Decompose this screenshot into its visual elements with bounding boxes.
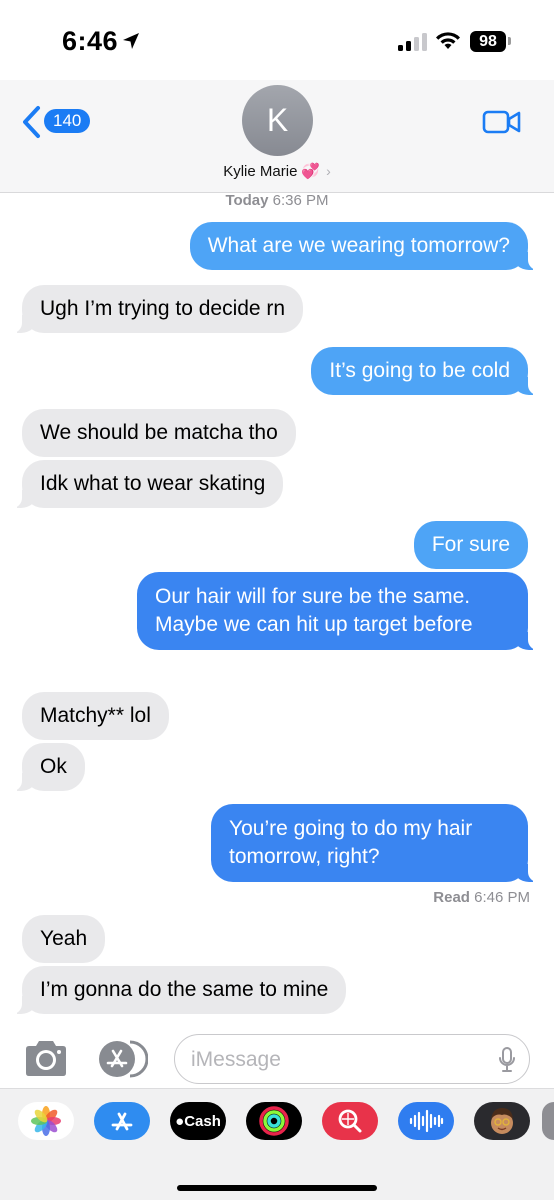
battery-cap: [508, 37, 511, 45]
memoji-icon[interactable]: [474, 1102, 530, 1140]
battery-indicator: 98: [470, 31, 506, 52]
message-bubble-incoming[interactable]: Ugh I’m trying to decide rn: [11, 285, 304, 333]
message-bubble-incoming[interactable]: Yeah: [22, 915, 106, 963]
cellular-signal-icon: [398, 33, 428, 51]
microphone-icon[interactable]: [499, 1047, 515, 1073]
cash-icon[interactable]: ● Cash: [170, 1102, 226, 1140]
conversation-timestamp: Today 6:36 PM: [0, 192, 554, 209]
search-icon[interactable]: [322, 1102, 378, 1140]
contact-emoji: 💞: [301, 163, 321, 180]
timestamp-time: 6:36 PM: [272, 192, 329, 209]
message-bubble-incoming[interactable]: Ok: [12, 743, 85, 791]
message-input[interactable]: [174, 1034, 530, 1084]
status-bar: 6:46 98: [0, 0, 554, 80]
chevron-right-icon: ›: [326, 163, 331, 179]
message-text-field[interactable]: [191, 1045, 491, 1075]
message-bubble-outgoing[interactable]: What are we wearing tomorrow?: [189, 222, 539, 270]
home-indicator: [177, 1185, 377, 1191]
message-bubble-outgoing[interactable]: It’s going to be cold: [311, 347, 538, 395]
message-bubble-incoming[interactable]: We should be matcha tho: [22, 409, 296, 457]
apple-logo-icon: ●: [175, 1112, 185, 1130]
camera-icon[interactable]: [22, 1038, 70, 1078]
message-bubble-incoming[interactable]: Matchy** lol: [22, 692, 169, 740]
imessage-app-drawer: ● Cash: [0, 1088, 554, 1200]
app-store-apps-icon[interactable]: [96, 1038, 148, 1080]
read-label: Read: [433, 889, 470, 906]
read-time: 6:46 PM: [474, 889, 530, 906]
message-bubble-outgoing[interactable]: Our hair will for sure be the same. Mayb…: [137, 572, 538, 650]
more-icon[interactable]: [542, 1102, 554, 1140]
facetime-video-icon[interactable]: [482, 108, 522, 136]
conversation-header: 140 K Kylie Marie 💞 ›: [0, 80, 554, 193]
message-bubble-outgoing[interactable]: For sure: [413, 521, 528, 569]
message-bubble-incoming[interactable]: I’m gonna do the same to mine: [11, 966, 347, 1014]
voice-memo-icon[interactable]: [398, 1102, 454, 1140]
photos-icon[interactable]: [18, 1102, 74, 1140]
back-unread-count-badge[interactable]: 140: [44, 109, 91, 133]
status-time: 6:46: [62, 26, 119, 56]
message-bubble-incoming[interactable]: Idk what to wear skating: [11, 460, 284, 508]
back-chevron-icon[interactable]: [20, 105, 42, 139]
contact-name: Kylie Marie: [223, 163, 298, 180]
message-bubble-outgoing[interactable]: You’re going to do my hair tomorrow, rig…: [211, 804, 538, 882]
read-receipt: Read 6:46 PM: [433, 889, 530, 906]
wifi-icon: [436, 32, 460, 49]
fitness-icon[interactable]: [246, 1102, 302, 1140]
contact-name-row[interactable]: Kylie Marie 💞 ›: [0, 162, 554, 180]
location-arrow-icon: [123, 33, 139, 49]
cash-label: Cash: [184, 1112, 221, 1130]
contact-avatar[interactable]: K: [242, 85, 313, 156]
app-store-icon[interactable]: [94, 1102, 150, 1140]
timestamp-day: Today: [225, 192, 269, 209]
